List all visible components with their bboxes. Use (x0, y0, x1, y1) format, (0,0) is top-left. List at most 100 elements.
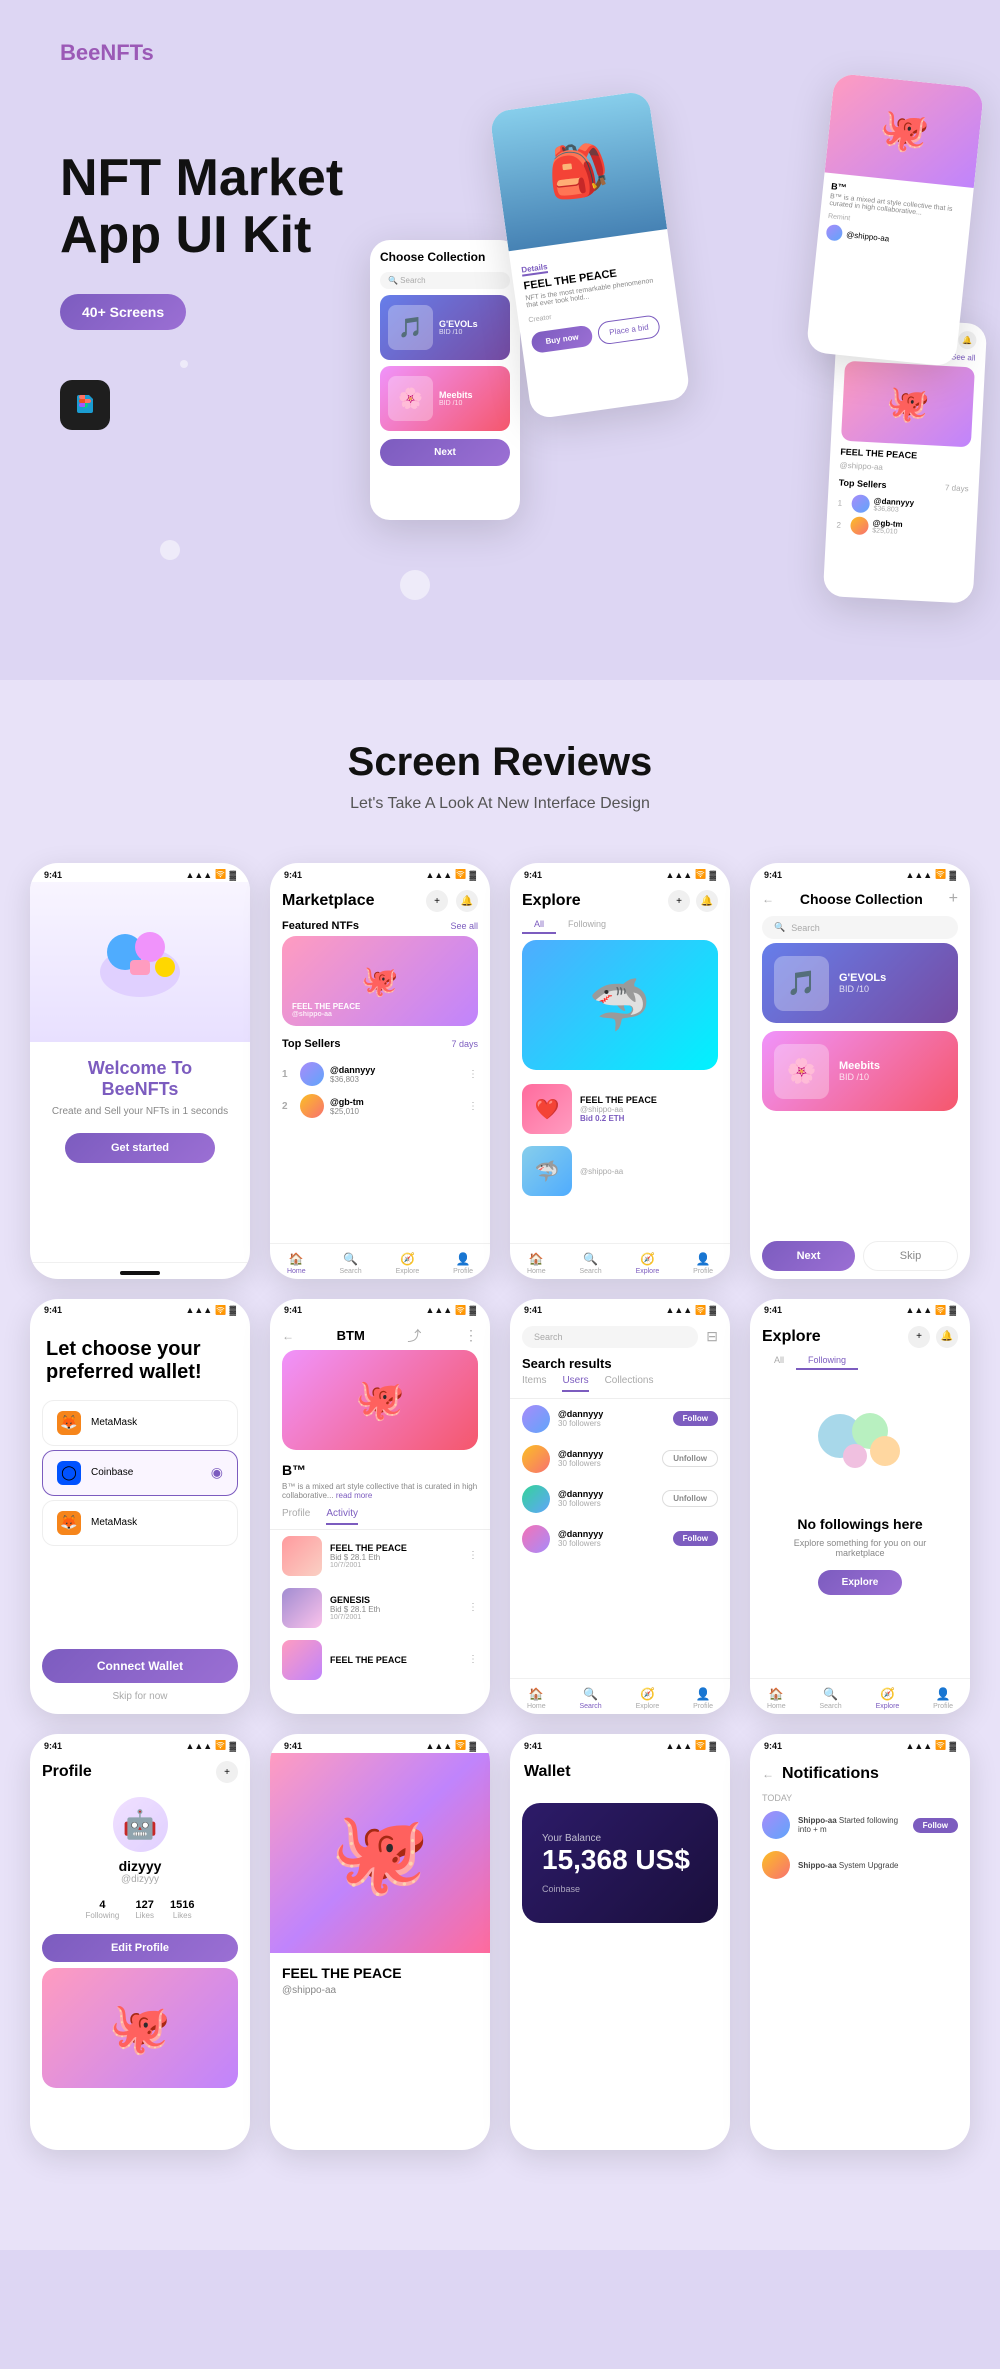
activity-more-1[interactable]: ⋮ (468, 1550, 478, 1561)
profile-icon-e: 👤 (696, 1252, 711, 1266)
collection-search-bar[interactable]: 🔍 Search (762, 916, 958, 939)
nav-explore-s[interactable]: 🧭Explore (636, 1687, 660, 1710)
nav-explore[interactable]: 🧭 Explore (396, 1252, 420, 1275)
explore-header: Explore + 🔔 (510, 882, 730, 916)
choose-back-icon[interactable]: ← (762, 892, 774, 906)
nav-home-e[interactable]: 🏠Home (527, 1252, 546, 1275)
skip-for-now-link[interactable]: Skip for now (42, 1691, 238, 1702)
skip-button[interactable]: Skip (863, 1241, 958, 1271)
stat-following: 4 Following (86, 1899, 120, 1920)
nf-bell-icon[interactable]: 🔔 (936, 1326, 958, 1348)
tab-all[interactable]: All (522, 916, 556, 934)
nav-search-e[interactable]: 🔍Search (580, 1252, 602, 1275)
tab-collections[interactable]: Collections (605, 1375, 654, 1392)
nav-home[interactable]: 🏠 Home (287, 1252, 306, 1275)
bottom-nav-nf[interactable]: 🏠Home 🔍Search 🧭Explore 👤Profile (750, 1678, 970, 1714)
wallet-header-title: Wallet (524, 1763, 571, 1781)
nav-home-nf[interactable]: 🏠Home (767, 1687, 786, 1710)
activity-item-1: FEEL THE PEACE Bid $ 28.1 Eth 10/7/2001 … (270, 1530, 490, 1582)
status-bar-market: 9:41 ▲▲▲ 🛜 ▓ (270, 863, 490, 882)
get-started-button[interactable]: Get started (65, 1133, 215, 1163)
nf-tab-all[interactable]: All (762, 1352, 796, 1370)
battery-wal: ▓ (709, 1741, 716, 1751)
nf-plus-icon[interactable]: + (908, 1326, 930, 1348)
btm-more-icon[interactable]: ⋮ (464, 1327, 478, 1344)
wallet-option-1[interactable]: 🦊 MetaMask (42, 1400, 238, 1446)
seller-more-1[interactable]: ⋮ (468, 1069, 478, 1080)
nav-explore-e[interactable]: 🧭Explore (636, 1252, 660, 1275)
hero-next-button[interactable]: Next (380, 439, 510, 466)
marketplace-screen: 9:41 ▲▲▲ 🛜 ▓ Marketplace + 🔔 Featured NT… (270, 863, 490, 1279)
profile-avatar-emoji: 🤖 (123, 1808, 158, 1841)
battery-btm: ▓ (469, 1305, 476, 1315)
explore-plus-icon[interactable]: + (668, 890, 690, 912)
follow-btn-1[interactable]: Follow (673, 1411, 718, 1426)
status-icons-art: ▲▲▲ 🛜 ▓ (425, 1740, 476, 1751)
btm-read-more[interactable]: read more (336, 1491, 372, 1500)
nf-tab-following[interactable]: Following (796, 1352, 858, 1370)
seller-info-1: @dannyyy $36,803 (330, 1065, 462, 1084)
btm-activity-tab[interactable]: Activity (326, 1508, 358, 1525)
art-creator-row: @shippo-aa (282, 1985, 478, 1996)
metamask-logo-3: 🦊 (57, 1511, 81, 1535)
explore-content: Explore + 🔔 All Following 🦈 ❤️ FEEL THE … (510, 882, 730, 1243)
nav-home-s[interactable]: 🏠Home (527, 1687, 546, 1710)
hero-detail-area: Details FEEL THE PEACE NFT is the most r… (509, 229, 683, 362)
choose-add-icon[interactable]: + (949, 890, 958, 908)
nav-search[interactable]: 🔍 Search (340, 1252, 362, 1275)
status-bar-notif: 9:41 ▲▲▲ 🛜 ▓ (750, 1734, 970, 1753)
collection-actions: Next Skip (750, 1233, 970, 1279)
see-all-link[interactable]: See all (450, 921, 478, 931)
explore-button[interactable]: Explore (818, 1570, 903, 1595)
connect-wallet-button[interactable]: Connect Wallet (42, 1649, 238, 1683)
place-bid-button[interactable]: Place a bid (597, 314, 661, 345)
collection-thumb-2: 🌸 (774, 1044, 829, 1099)
nav-explore-nf[interactable]: 🧭Explore (876, 1687, 900, 1710)
unfollow-btn-2[interactable]: Unfollow (662, 1450, 718, 1467)
notif-follow-btn-1[interactable]: Follow (913, 1818, 958, 1833)
status-bar-coll: 9:41 ▲▲▲ 🛜 ▓ (750, 863, 970, 882)
next-button[interactable]: Next (762, 1241, 855, 1271)
wallet-option-3[interactable]: 🦊 MetaMask (42, 1500, 238, 1546)
bottom-nav-market[interactable]: 🏠 Home 🔍 Search 🧭 Explore 👤 Profile (270, 1243, 490, 1279)
search-filter-icon[interactable]: ⊟ (706, 1328, 718, 1345)
explore-bell-icon[interactable]: 🔔 (696, 890, 718, 912)
activity-name-2: GENESIS (330, 1595, 460, 1605)
tab-users[interactable]: Users (562, 1375, 588, 1392)
stat-items: 1516 Likes (170, 1899, 194, 1920)
featured-nft-name: FEEL THE PEACE @shippo-aa (292, 1002, 360, 1018)
market-title: Marketplace (282, 892, 375, 910)
choose-collection-screen: 9:41 ▲▲▲ 🛜 ▓ ← Choose Collection + 🔍 Sea… (750, 863, 970, 1279)
tab-items[interactable]: Items (522, 1375, 546, 1392)
nav-search-nf[interactable]: 🔍Search (820, 1687, 842, 1710)
nav-profile-nf[interactable]: 👤Profile (933, 1687, 953, 1710)
nav-profile[interactable]: 👤 Profile (453, 1252, 473, 1275)
btm-share-icon[interactable]: ⤴ (407, 1326, 421, 1346)
search-input[interactable]: Search (522, 1326, 698, 1348)
nav-profile-e[interactable]: 👤Profile (693, 1252, 713, 1275)
explore-icon: 🧭 (400, 1252, 415, 1266)
hero-text: NFT Market App UI Kit 40+ Screens (60, 150, 343, 430)
selected-indicator: ◉ (211, 1464, 223, 1481)
market-plus-icon[interactable]: + (426, 890, 448, 912)
nav-profile-s[interactable]: 👤Profile (693, 1687, 713, 1710)
notif-back-icon[interactable]: ← (762, 1767, 774, 1781)
activity-more-2[interactable]: ⋮ (468, 1602, 478, 1613)
activity-more-3[interactable]: ⋮ (468, 1654, 478, 1665)
profile-add-icon[interactable]: + (216, 1761, 238, 1783)
edit-profile-button[interactable]: Edit Profile (42, 1934, 238, 1962)
bottom-nav-search[interactable]: 🏠Home 🔍Search 🧭Explore 👤Profile (510, 1678, 730, 1714)
bottom-nav-explore[interactable]: 🏠Home 🔍Search 🧭Explore 👤Profile (510, 1243, 730, 1279)
wallet-option-2[interactable]: ◯ Coinbase ◉ (42, 1450, 238, 1496)
buy-now-button[interactable]: Buy now (530, 325, 594, 354)
hero-coll-2: 🌸 Meebits BID /10 (380, 366, 510, 431)
tab-following[interactable]: Following (556, 916, 618, 934)
unfollow-btn-3[interactable]: Unfollow (662, 1490, 718, 1507)
seller-more-2[interactable]: ⋮ (468, 1101, 478, 1112)
btm-back-icon[interactable]: ← (282, 1329, 294, 1343)
follow-btn-4[interactable]: Follow (673, 1531, 718, 1546)
market-bell-icon[interactable]: 🔔 (456, 890, 478, 912)
nav-search-s[interactable]: 🔍Search (580, 1687, 602, 1710)
btm-profile-tab[interactable]: Profile (282, 1508, 310, 1525)
collection-card-2: 🌸 Meebits BID /10 (762, 1031, 958, 1111)
